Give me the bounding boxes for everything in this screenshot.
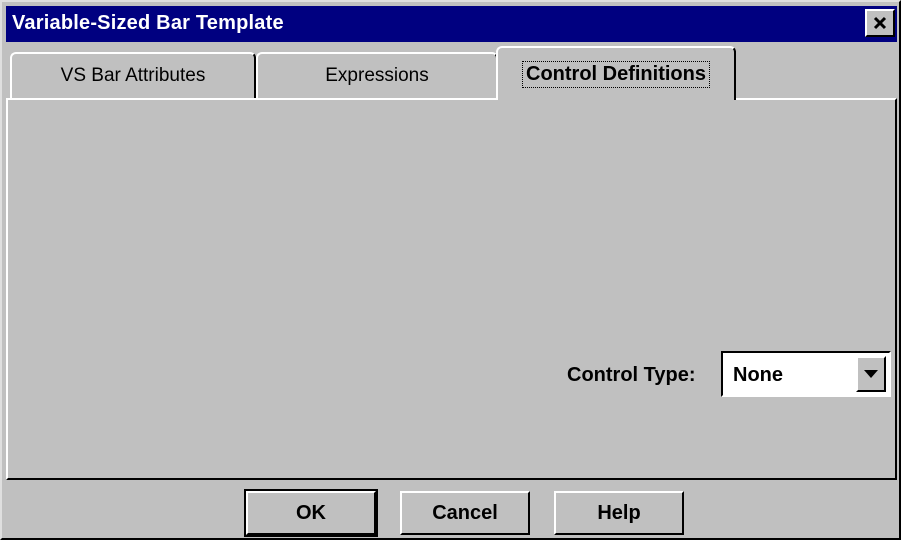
tab-label: Expressions	[325, 65, 429, 86]
cancel-button[interactable]: Cancel	[400, 491, 530, 535]
tab-vs-bar-attributes[interactable]: VS Bar Attributes	[10, 52, 256, 98]
close-icon	[873, 16, 887, 30]
control-type-label: Control Type:	[567, 364, 696, 386]
tab-label: VS Bar Attributes	[60, 65, 206, 86]
control-type-select[interactable]: None	[721, 351, 891, 397]
window-title: Variable-Sized Bar Template	[12, 12, 284, 34]
tab-control-definitions[interactable]: Control Definitions	[496, 46, 736, 100]
close-button[interactable]	[865, 9, 895, 37]
help-button[interactable]: Help	[554, 491, 684, 535]
tab-expressions[interactable]: Expressions	[256, 52, 498, 98]
ok-button-label: OK	[296, 501, 326, 524]
help-button-label: Help	[597, 501, 641, 524]
cancel-button-label: Cancel	[432, 501, 498, 524]
chevron-down-icon	[864, 370, 878, 378]
control-type-value: None	[733, 364, 783, 386]
dialog-window: Variable-Sized Bar Template VS Bar Attri…	[0, 0, 901, 540]
dropdown-button[interactable]	[856, 356, 886, 392]
tab-panel	[6, 98, 897, 480]
ok-button[interactable]: OK	[244, 489, 378, 537]
tab-label: Control Definitions	[522, 60, 710, 88]
title-bar[interactable]: Variable-Sized Bar Template	[6, 6, 897, 42]
